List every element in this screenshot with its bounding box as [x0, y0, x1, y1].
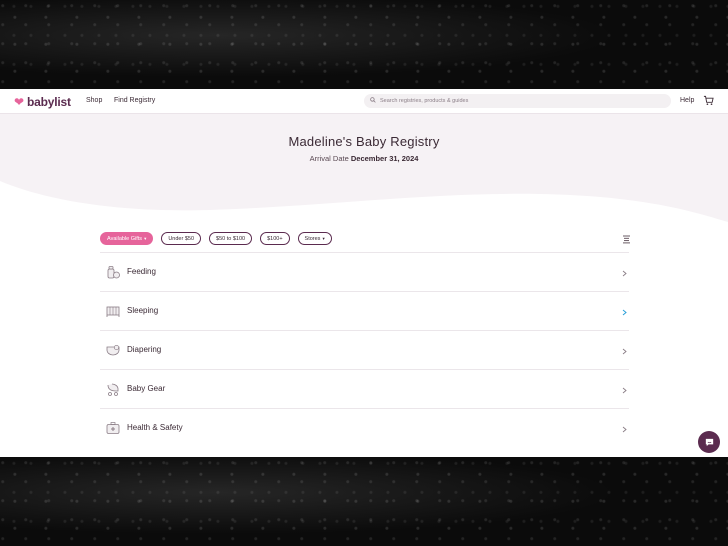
category-row-baby-gear[interactable]: Baby Gear: [100, 369, 629, 408]
filter-50-to-100[interactable]: $50 to $100: [209, 232, 253, 245]
category-label: Baby Gear: [127, 384, 166, 393]
background-frame-bottom: [0, 457, 728, 546]
search-bar[interactable]: [364, 94, 671, 108]
search-input[interactable]: [380, 98, 660, 104]
filter-100-plus[interactable]: $100+: [260, 232, 290, 245]
arrival-date-label: Arrival Date: [309, 154, 349, 163]
chevron-down-icon: ▾: [144, 235, 147, 241]
arrival-date-value: December 31, 2024: [350, 154, 419, 163]
category-row-sleeping[interactable]: Sleeping: [100, 291, 629, 330]
filter-label: $50 to $100: [216, 235, 246, 242]
crib-icon: [106, 306, 120, 317]
category-row-diapering[interactable]: Diapering: [100, 330, 629, 369]
filter-chips: Available Gifts ▾ Under $50 $50 to $100 …: [100, 232, 332, 245]
chat-icon: [705, 438, 713, 446]
filter-under-50[interactable]: Under $50: [161, 232, 202, 245]
chevron-right-icon: [622, 348, 627, 355]
filter-label: Stores: [304, 235, 321, 242]
browser-viewport: ❤ babylist Shop Find Registry Help Madel…: [0, 89, 728, 457]
nav-find-registry-link[interactable]: Find Registry: [114, 97, 155, 104]
category-label: Diapering: [127, 345, 162, 354]
category-row-health-safety[interactable]: Health & Safety: [100, 408, 629, 447]
babylist-logo[interactable]: ❤ babylist: [14, 95, 71, 109]
filter-stores[interactable]: Stores ▾: [297, 232, 332, 245]
stroller-icon: [107, 383, 119, 396]
chevron-down-icon: ▾: [322, 235, 325, 241]
category-label: Health & Safety: [127, 423, 183, 432]
filter-available-gifts[interactable]: Available Gifts ▾: [100, 232, 154, 245]
category-label: Feeding: [127, 267, 156, 276]
category-row-feeding[interactable]: Feeding: [100, 252, 629, 291]
heart-logo-icon: ❤: [14, 94, 25, 109]
filter-label: $100+: [267, 235, 283, 242]
nav-help-link[interactable]: Help: [680, 97, 694, 104]
category-label: Sleeping: [127, 306, 159, 315]
nav-shop-link[interactable]: Shop: [86, 97, 102, 104]
background-frame-top: [0, 0, 728, 89]
site-header: ❤ babylist Shop Find Registry Help: [0, 89, 728, 114]
sort-icon[interactable]: [622, 234, 631, 244]
cart-icon[interactable]: [703, 95, 714, 106]
diaper-icon: [106, 344, 120, 356]
chevron-right-icon: [622, 309, 627, 316]
filter-label: Under $50: [168, 235, 195, 242]
chat-button[interactable]: [698, 431, 720, 453]
logo-text: babylist: [27, 95, 71, 109]
chevron-right-icon: [622, 426, 627, 433]
filter-label: Available Gifts: [107, 235, 143, 242]
first-aid-icon: [106, 422, 120, 434]
chevron-right-icon: [622, 270, 627, 277]
category-list: Feeding Sleeping Diapering Baby Gear Hea…: [100, 252, 629, 447]
search-icon: [370, 97, 376, 105]
chevron-right-icon: [622, 387, 627, 394]
bottle-icon: [107, 266, 120, 279]
arrival-date: Arrival Date December 31, 2024: [0, 154, 728, 163]
registry-title: Madeline's Baby Registry: [288, 134, 440, 149]
